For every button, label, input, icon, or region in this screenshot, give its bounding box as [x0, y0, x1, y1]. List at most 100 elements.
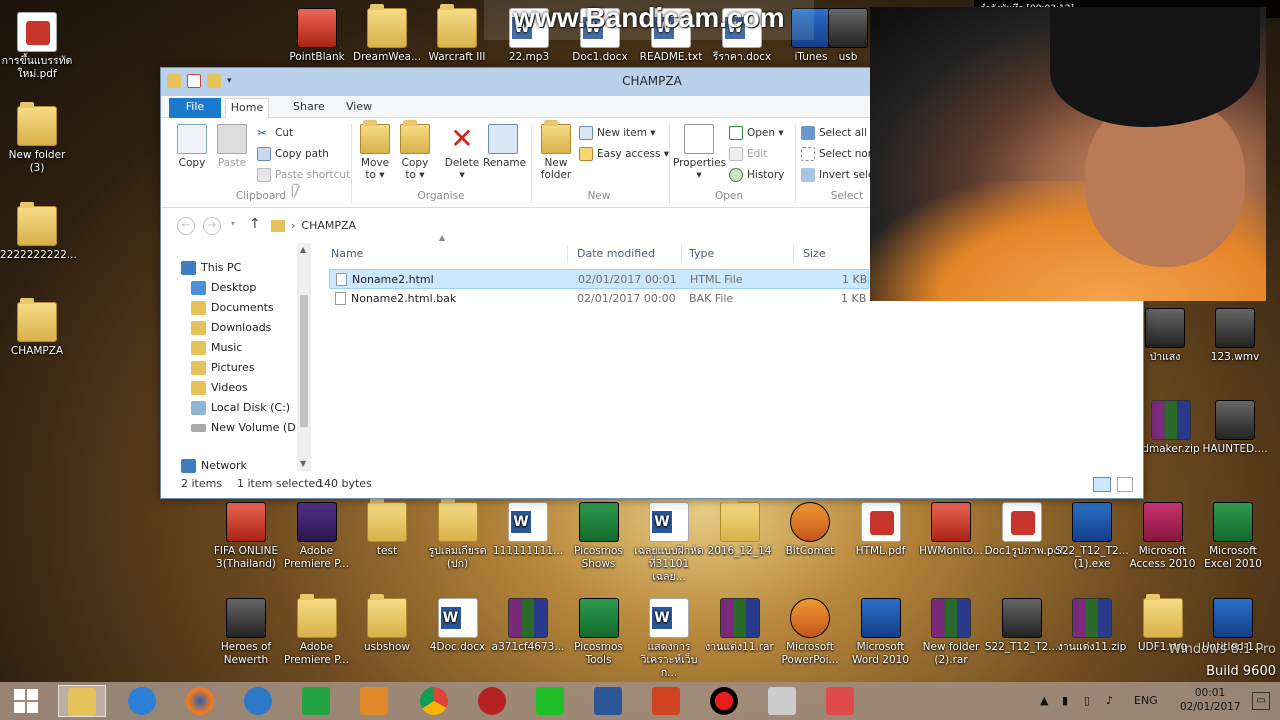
- tab-view[interactable]: View: [334, 98, 384, 118]
- desktop-icon[interactable]: New folder (2).rar: [914, 598, 988, 667]
- invert-selection-button[interactable]: Invert selec: [801, 166, 880, 184]
- volume-icon[interactable]: ♪: [1106, 682, 1113, 720]
- signal-icon[interactable]: ▮: [1062, 682, 1068, 720]
- taskbar-app[interactable]: [468, 685, 516, 717]
- forward-arrow-icon[interactable]: →: [203, 217, 221, 235]
- desktop-icon[interactable]: รูปเล่มเกียรต (ปก): [421, 498, 495, 571]
- desktop-icon[interactable]: 123.wmv: [1198, 308, 1272, 364]
- back-arrow-icon[interactable]: ←: [177, 217, 195, 235]
- desktop-icon[interactable]: PointBlank: [280, 8, 354, 64]
- rename-button[interactable]: Rename: [483, 124, 526, 169]
- desktop-icon[interactable]: Adobe Premiere P...: [280, 594, 354, 667]
- desktop-icon[interactable]: test: [350, 498, 424, 558]
- desktop-icon[interactable]: 111111111...: [491, 502, 565, 558]
- battery-icon[interactable]: ▯: [1084, 682, 1090, 720]
- column-header-date[interactable]: Date modified: [577, 243, 655, 265]
- notification-icon[interactable]: ▭: [1252, 692, 1270, 710]
- tab-file[interactable]: File: [169, 98, 221, 118]
- paste-button[interactable]: Paste: [215, 124, 249, 169]
- desktop-icon-pdf[interactable]: การขึ้นแบรรทัดใหม่.pdf: [0, 12, 74, 81]
- nav-documents[interactable]: Documents: [191, 299, 274, 317]
- taskbar-clock[interactable]: 00:01 02/01/2017: [1180, 686, 1241, 714]
- column-separator[interactable]: [681, 245, 682, 263]
- taskbar-line[interactable]: [526, 685, 574, 717]
- new-folder-button[interactable]: New folder: [539, 120, 573, 181]
- taskbar-chrome[interactable]: [410, 685, 458, 717]
- desktop-icon[interactable]: HAUNTED....: [1198, 400, 1272, 456]
- taskbar-app[interactable]: [234, 685, 282, 717]
- scroll-up-icon[interactable]: ▲: [300, 245, 306, 254]
- nav-desktop[interactable]: Desktop: [191, 279, 256, 297]
- breadcrumb-chevron-icon[interactable]: ›: [291, 219, 295, 232]
- desktop-icon[interactable]: งานแต่ง11.zip: [1055, 598, 1129, 654]
- show-hidden-icons-chevron-icon[interactable]: ▲: [1040, 682, 1048, 720]
- desktop-icon[interactable]: FIFA ONLINE 3(Thailand): [209, 502, 283, 571]
- new-item-button[interactable]: New item ▾: [579, 124, 656, 142]
- taskbar-app[interactable]: [816, 685, 864, 717]
- column-separator[interactable]: [793, 245, 794, 263]
- desktop-icon[interactable]: Microsoft Excel 2010: [1196, 502, 1270, 571]
- desktop-icon[interactable]: Heroes of Newerth: [209, 598, 283, 667]
- desktop-icon[interactable]: S22_T12_T2...: [985, 598, 1059, 654]
- nav-pictures[interactable]: Pictures: [191, 359, 255, 377]
- easy-access-button[interactable]: Easy access ▾: [579, 145, 669, 163]
- taskbar-firefox[interactable]: [176, 685, 224, 717]
- scroll-down-icon[interactable]: ▼: [300, 459, 306, 468]
- taskbar-app[interactable]: [758, 685, 806, 717]
- file-row[interactable]: Noname2.html 02/01/2017 00:01 HTML File …: [329, 269, 869, 289]
- edit-button[interactable]: Edit: [729, 145, 767, 163]
- desktop-icon[interactable]: usbshow: [350, 594, 424, 654]
- desktop-icon[interactable]: Adobe Premiere P...: [280, 502, 354, 571]
- desktop-icon[interactable]: Picosmos Tools: [562, 598, 636, 667]
- nav-videos[interactable]: Videos: [191, 379, 248, 397]
- tab-home[interactable]: Home: [225, 98, 269, 118]
- desktop-icon[interactable]: เฉลยแบบฝึกหัด ที่31101 เฉลย...: [632, 502, 706, 584]
- copy-to-button[interactable]: Copy to ▾: [399, 120, 431, 181]
- taskbar-powerpoint[interactable]: [642, 685, 690, 717]
- large-icons-view-icon[interactable]: [1117, 477, 1133, 492]
- taskbar-media[interactable]: [350, 685, 398, 717]
- desktop-icon[interactable]: DreamWea...: [350, 4, 424, 64]
- desktop-icon[interactable]: usb: [828, 8, 868, 64]
- file-row[interactable]: Noname2.html.bak 02/01/2017 00:00 BAK Fi…: [329, 289, 869, 309]
- nav-downloads[interactable]: Downloads: [191, 319, 271, 337]
- desktop-icon[interactable]: BitComet: [773, 502, 847, 558]
- delete-button[interactable]: ✕ Delete ▾: [443, 124, 481, 182]
- desktop-icon[interactable]: Warcraft III: [420, 4, 494, 64]
- taskbar-internet-explorer[interactable]: [118, 685, 166, 717]
- nav-scrollbar[interactable]: ▲ ▼: [297, 243, 311, 471]
- column-header-name[interactable]: Name: [331, 243, 363, 265]
- taskbar-store[interactable]: [292, 685, 340, 717]
- select-all-button[interactable]: Select all: [801, 124, 867, 142]
- taskbar-bandicam[interactable]: [700, 685, 748, 717]
- taskbar-file-explorer[interactable]: [58, 685, 106, 717]
- desktop-icon[interactable]: Microsoft Access 2010: [1126, 502, 1200, 571]
- desktop-icon[interactable]: ป่าแสง: [1145, 308, 1185, 364]
- details-view-icon[interactable]: [1093, 477, 1111, 492]
- properties-button[interactable]: Properties ▾: [673, 124, 726, 181]
- nav-music[interactable]: Music: [191, 339, 242, 357]
- nav-this-pc[interactable]: This PC: [181, 259, 241, 277]
- move-to-button[interactable]: Move to ▾: [359, 120, 391, 181]
- desktop-icon[interactable]: 4Doc.docx: [421, 598, 495, 654]
- nav-new-volume[interactable]: New Volume (D:: [191, 419, 299, 437]
- tab-share[interactable]: Share: [281, 98, 337, 118]
- desktop-icon[interactable]: แสดงการ วิเคราะห์เว็บ ก...: [632, 598, 706, 680]
- start-button[interactable]: [2, 685, 50, 717]
- desktop-icon[interactable]: 2016_12_14: [703, 498, 777, 558]
- column-header-type[interactable]: Type: [689, 243, 714, 265]
- desktop-icon[interactable]: Doc1รูปภาพ.pdf: [985, 502, 1064, 558]
- nav-local-disk[interactable]: Local Disk (C:): [191, 399, 290, 417]
- desktop-icon[interactable]: S22_T12_T2... (1).exe: [1055, 502, 1129, 571]
- column-separator[interactable]: [567, 245, 568, 263]
- copy-button[interactable]: Copy: [175, 124, 209, 169]
- select-none-button[interactable]: Select none: [801, 145, 881, 163]
- up-arrow-icon[interactable]: ↑: [249, 216, 261, 232]
- address-bar[interactable]: › CHAMPZA: [271, 215, 871, 237]
- desktop-icon[interactable]: dmaker.zip: [1138, 400, 1204, 456]
- desktop-icon[interactable]: Picosmos Shows: [562, 502, 636, 571]
- copy-path-button[interactable]: Copy path: [257, 145, 329, 163]
- desktop-icon-folder[interactable]: CHAMPZA: [0, 298, 74, 358]
- desktop-icon[interactable]: HTML.pdf: [844, 502, 918, 558]
- desktop-icon[interactable]: งานแต่ง11.rar: [703, 598, 777, 654]
